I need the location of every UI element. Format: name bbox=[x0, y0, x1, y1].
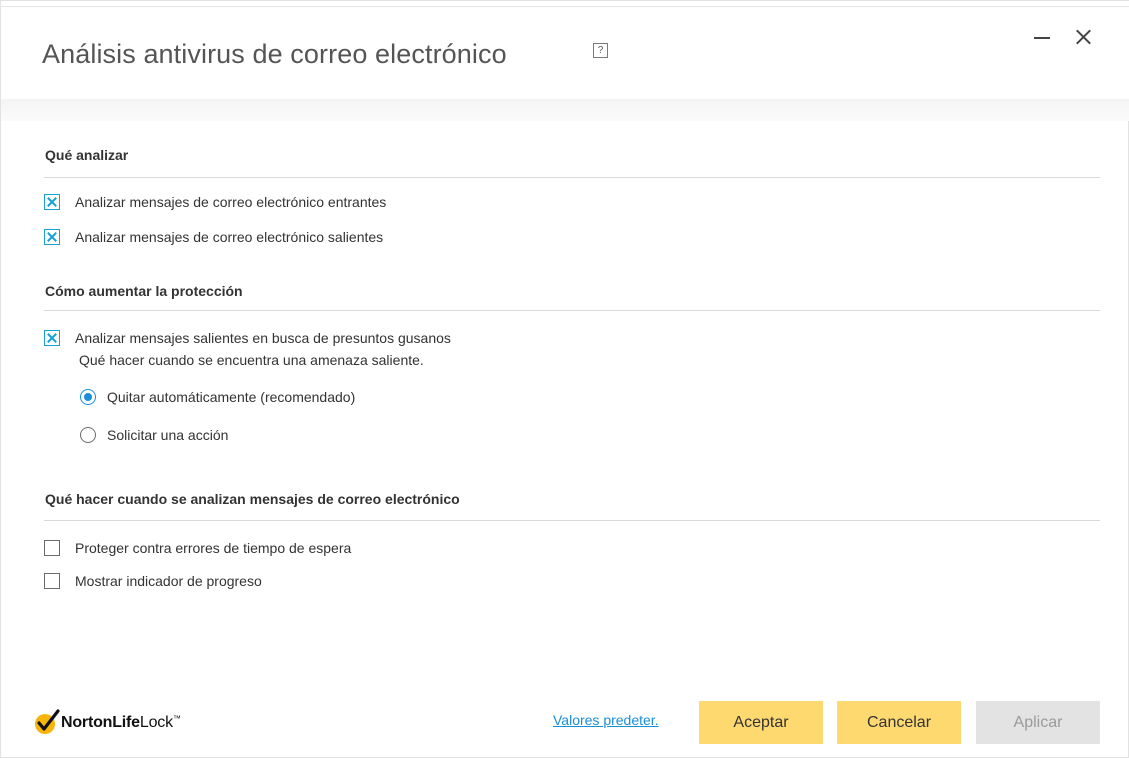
close-icon[interactable] bbox=[1073, 25, 1093, 45]
nortonlifelock-logo: NortonLifeLock™ bbox=[34, 708, 224, 738]
ask-action-radio[interactable] bbox=[80, 427, 96, 443]
section-title-what-to-scan: Qué analizar bbox=[45, 147, 129, 163]
scan-worms-label[interactable]: Analizar mensajes salientes en busca de … bbox=[75, 330, 451, 346]
scan-outgoing-checkbox[interactable] bbox=[44, 229, 60, 245]
header-separator-band bbox=[1, 99, 1129, 121]
section-title-increase-protection: Cómo aumentar la protección bbox=[45, 283, 243, 299]
scan-incoming-checkbox[interactable] bbox=[44, 194, 60, 210]
restore-defaults-link[interactable]: Valores predeter. bbox=[553, 712, 659, 728]
minimize-icon[interactable] bbox=[1032, 25, 1052, 45]
dialog-title: Análisis antivirus de correo electrónico bbox=[42, 39, 507, 69]
threat-action-description: Qué hacer cuando se encuentra una amenaz… bbox=[79, 352, 424, 368]
progress-indicator-label[interactable]: Mostrar indicador de progreso bbox=[75, 573, 262, 589]
auto-remove-label[interactable]: Quitar automáticamente (recomendado) bbox=[107, 389, 355, 405]
progress-indicator-checkbox[interactable] bbox=[44, 573, 60, 589]
ask-action-label[interactable]: Solicitar una acción bbox=[107, 427, 228, 443]
settings-dialog: Análisis antivirus de correo electrónico… bbox=[0, 0, 1129, 758]
section-divider bbox=[44, 310, 1100, 311]
timeout-protection-label[interactable]: Proteger contra errores de tiempo de esp… bbox=[75, 540, 351, 556]
section-title-when-scanning: Qué hacer cuando se analizan mensajes de… bbox=[45, 491, 460, 507]
cancel-button[interactable]: Cancelar bbox=[837, 701, 961, 744]
scan-incoming-label[interactable]: Analizar mensajes de correo electrónico … bbox=[75, 194, 386, 210]
scan-outgoing-label[interactable]: Analizar mensajes de correo electrónico … bbox=[75, 229, 383, 245]
logo-wordmark: NortonLifeLock™ bbox=[61, 714, 181, 731]
apply-button[interactable]: Aplicar bbox=[976, 701, 1100, 744]
auto-remove-radio[interactable] bbox=[80, 389, 96, 405]
accept-button[interactable]: Aceptar bbox=[699, 701, 823, 744]
section-divider bbox=[44, 177, 1100, 178]
section-divider bbox=[44, 520, 1100, 521]
checkmark-logo-icon bbox=[35, 709, 60, 734]
scan-worms-checkbox[interactable] bbox=[44, 330, 60, 346]
timeout-protection-checkbox[interactable] bbox=[44, 540, 60, 556]
help-icon[interactable]: ? bbox=[593, 43, 608, 58]
